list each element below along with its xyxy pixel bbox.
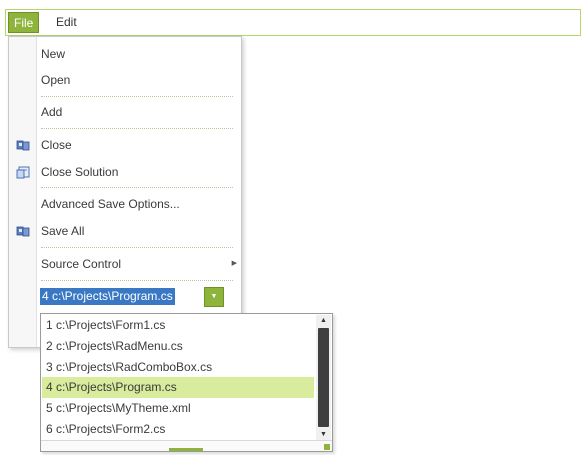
close-solution-icon [16,166,30,179]
save-all-icon [16,226,30,237]
menu-item-label: Save All [41,224,85,238]
scrollbar-thumb[interactable] [318,328,329,427]
combobox-selected-value[interactable]: 4 c:\Projects\Program.cs [40,288,175,305]
icon-gutter [9,37,37,347]
menu-file[interactable]: File [8,12,40,33]
menu-bar: File Edit [5,9,581,36]
menu-item-label: Close [41,138,72,152]
list-item[interactable]: 1 c:\Projects\Form1.cs [42,315,314,336]
menu-separator [41,280,233,281]
list-scrollbar[interactable]: ▲ ▼ [316,315,331,441]
menu-item-new[interactable]: New [37,43,237,65]
chevron-down-icon: ▼ [210,293,218,300]
recent-files-list: 1 c:\Projects\Form1.cs 2 c:\Projects\Rad… [40,313,333,452]
close-icon [16,140,30,151]
menu-item-advanced-save-options[interactable]: Advanced Save Options... [37,193,237,215]
menu-item-save-all[interactable]: Save All [37,220,237,242]
list-item[interactable]: 6 c:\Projects\Form2.cs [42,419,314,440]
menu-item-open[interactable]: Open [37,69,237,91]
recent-files-combobox[interactable]: 4 c:\Projects\Program.cs ▼ [39,287,229,307]
scroll-up-arrow-icon[interactable]: ▲ [316,315,331,327]
menu-separator [41,128,233,129]
menu-separator [41,187,233,188]
menu-separator [41,96,233,97]
menu-edit[interactable]: Edit [50,12,83,33]
submenu-arrow-icon: ▶ [231,260,237,267]
menu-item-source-control[interactable]: Source Control ▶ [37,253,237,275]
menu-item-label: Add [41,105,63,119]
menu-item-label: New [41,47,66,61]
list-item[interactable]: 5 c:\Projects\MyTheme.xml [42,398,314,419]
footer-accent [169,448,203,451]
menu-item-label: Open [41,73,71,87]
menu-item-label: Source Control [41,257,122,271]
menu-item-label: Advanced Save Options... [41,197,180,211]
list-item[interactable]: 2 c:\Projects\RadMenu.cs [42,336,314,357]
menu-separator [41,247,233,248]
menu-item-close[interactable]: Close [37,134,237,156]
combobox-dropdown-button[interactable]: ▼ [204,287,224,307]
list-item[interactable]: 3 c:\Projects\RadComboBox.cs [42,357,314,378]
resize-grip-icon[interactable] [324,444,330,450]
menu-item-close-solution[interactable]: Close Solution [37,161,237,183]
menu-item-label: Close Solution [41,165,119,179]
list-item-selected[interactable]: 4 c:\Projects\Program.cs [42,377,314,398]
menu-item-add[interactable]: Add [37,101,237,123]
